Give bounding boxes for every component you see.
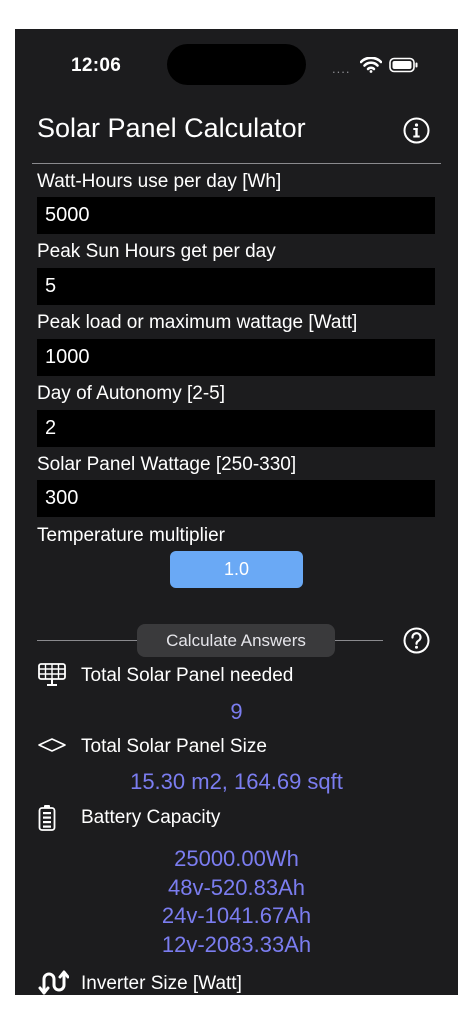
wifi-icon	[360, 57, 382, 73]
battery-48v-value: 48v-520.83Ah	[168, 875, 305, 900]
days-autonomy-input[interactable]	[37, 410, 435, 447]
app-screen: 12:06 .... Solar Panel Calculator Watt-H…	[15, 29, 458, 995]
temperature-multiplier-button[interactable]: 1.0	[170, 551, 303, 588]
total-panels-value: 9	[230, 699, 243, 724]
rhombus-icon	[38, 738, 66, 752]
battery-icon	[389, 57, 418, 73]
question-circle-icon[interactable]	[403, 627, 430, 654]
cellular-dots: ....	[332, 61, 351, 76]
watt-hours-label: Watt-Hours use per day [Wh]	[37, 171, 282, 192]
panel-wattage-label: Solar Panel Wattage [250-330]	[37, 454, 297, 475]
total-panels-label: Total Solar Panel needed	[81, 665, 294, 686]
inverter-arrows-icon	[38, 970, 69, 995]
divider-left	[37, 640, 137, 641]
status-time: 12:06	[71, 55, 122, 76]
peak-sun-hours-input[interactable]	[37, 268, 435, 305]
battery-vertical-icon	[38, 805, 56, 831]
peak-sun-hours-label: Peak Sun Hours get per day	[37, 241, 276, 262]
panel-size-label: Total Solar Panel Size	[81, 736, 267, 757]
temperature-label: Temperature multiplier	[37, 525, 225, 546]
page-title: Solar Panel Calculator	[37, 113, 306, 143]
calculate-answers-button[interactable]: Calculate Answers	[137, 624, 335, 657]
battery-24v-value: 24v-1041.67Ah	[161, 903, 312, 928]
watt-hours-input[interactable]	[37, 197, 435, 234]
battery-capacity-label: Battery Capacity	[81, 807, 221, 828]
solar-panel-icon	[38, 663, 66, 686]
days-autonomy-label: Day of Autonomy [2-5]	[37, 383, 225, 404]
panel-size-value: 15.30 m2, 164.69 sqft	[130, 769, 343, 794]
peak-load-input[interactable]	[37, 339, 435, 376]
peak-load-label: Peak load or maximum wattage [Watt]	[37, 312, 358, 333]
header-divider	[32, 163, 441, 164]
panel-wattage-input[interactable]	[37, 480, 435, 517]
battery-12v-value: 12v-2083.33Ah	[161, 932, 312, 957]
battery-wh-value: 25000.00Wh	[174, 846, 299, 871]
inverter-size-label: Inverter Size [Watt]	[81, 973, 242, 994]
divider-right	[335, 640, 383, 641]
dynamic-island	[167, 44, 306, 85]
info-circle-icon[interactable]	[403, 117, 430, 144]
